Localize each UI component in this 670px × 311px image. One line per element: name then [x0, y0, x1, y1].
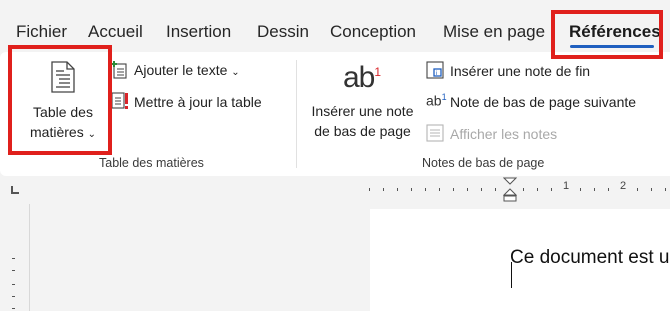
tab-accueil[interactable]: Accueil — [88, 22, 143, 42]
toc-group-label: Table des matières — [99, 156, 204, 170]
ruler-tick — [637, 188, 638, 191]
ruler-tick — [537, 188, 538, 191]
svg-text:i: i — [436, 71, 437, 77]
ruler-tick — [594, 188, 595, 191]
group-divider — [296, 60, 297, 168]
tab-mise-en-page[interactable]: Mise en page — [443, 22, 545, 42]
insert-footnote-label: Insérer une note de bas de page — [305, 101, 420, 141]
ruler-number: 2 — [620, 180, 627, 192]
ruler-number: 1 — [563, 180, 570, 192]
vertical-ruler-tick — [12, 296, 15, 297]
indent-marker-icon[interactable] — [503, 177, 517, 203]
insert-footnote-line1: Insérer une note — [311, 103, 414, 119]
add-text-button[interactable]: Ajouter le texte ⌄ — [134, 62, 240, 78]
tab-insertion[interactable]: Insertion — [166, 22, 231, 42]
tab-fichier[interactable]: Fichier — [16, 22, 67, 42]
update-table-icon — [111, 92, 128, 109]
vertical-ruler-edge — [29, 204, 30, 311]
ruler-tick — [467, 188, 468, 191]
show-notes-icon — [426, 124, 444, 142]
ruler-tick — [551, 188, 552, 191]
ruler-tick — [523, 188, 524, 191]
insert-footnote-button[interactable]: ab1 Insérer une note de bas de page — [305, 55, 420, 150]
ruler-tick — [453, 188, 454, 191]
insert-footnote-line2: de bas de page — [314, 123, 411, 139]
insert-endnote-button[interactable]: Insérer une note de fin — [450, 63, 590, 79]
next-footnote-button[interactable]: Note de bas de page suivante — [450, 94, 636, 110]
add-text-icon — [111, 61, 127, 79]
tab-stop-selector[interactable] — [11, 186, 19, 194]
footnote-ab-icon: ab1 — [343, 61, 381, 94]
ruler-tick — [425, 188, 426, 191]
vertical-ruler-tick — [12, 308, 15, 309]
ruler-tick — [665, 188, 666, 191]
ruler-tick — [439, 188, 440, 191]
highlight-box-references-tab — [551, 10, 663, 59]
vertical-ruler-tick — [12, 270, 15, 271]
update-table-button[interactable]: Mettre à jour la table — [134, 94, 262, 110]
ruler-tick — [651, 188, 652, 191]
ruler-tick — [411, 188, 412, 191]
next-footnote-icon: ab1 — [426, 92, 447, 109]
text-cursor — [511, 262, 512, 288]
document-text[interactable]: Ce document est u — [510, 247, 669, 269]
ruler-tick — [580, 188, 581, 191]
ruler-tick — [495, 188, 496, 191]
ruler-tick — [383, 188, 384, 191]
ruler-tick — [608, 188, 609, 191]
ruler-tick — [397, 188, 398, 191]
vertical-ruler-tick — [12, 284, 15, 285]
ruler-tick — [369, 188, 370, 191]
show-notes-button: Afficher les notes — [450, 126, 558, 142]
tab-dessin[interactable]: Dessin — [257, 22, 309, 42]
add-text-label: Ajouter le texte — [134, 62, 228, 78]
ruler-tick — [481, 188, 482, 191]
tab-conception[interactable]: Conception — [330, 22, 416, 42]
chevron-down-icon: ⌄ — [231, 67, 240, 78]
vertical-ruler-tick — [12, 258, 15, 259]
highlight-box-toc-button — [8, 45, 112, 155]
endnote-icon: i — [426, 61, 444, 79]
footnotes-group-label: Notes de bas de page — [422, 156, 545, 170]
